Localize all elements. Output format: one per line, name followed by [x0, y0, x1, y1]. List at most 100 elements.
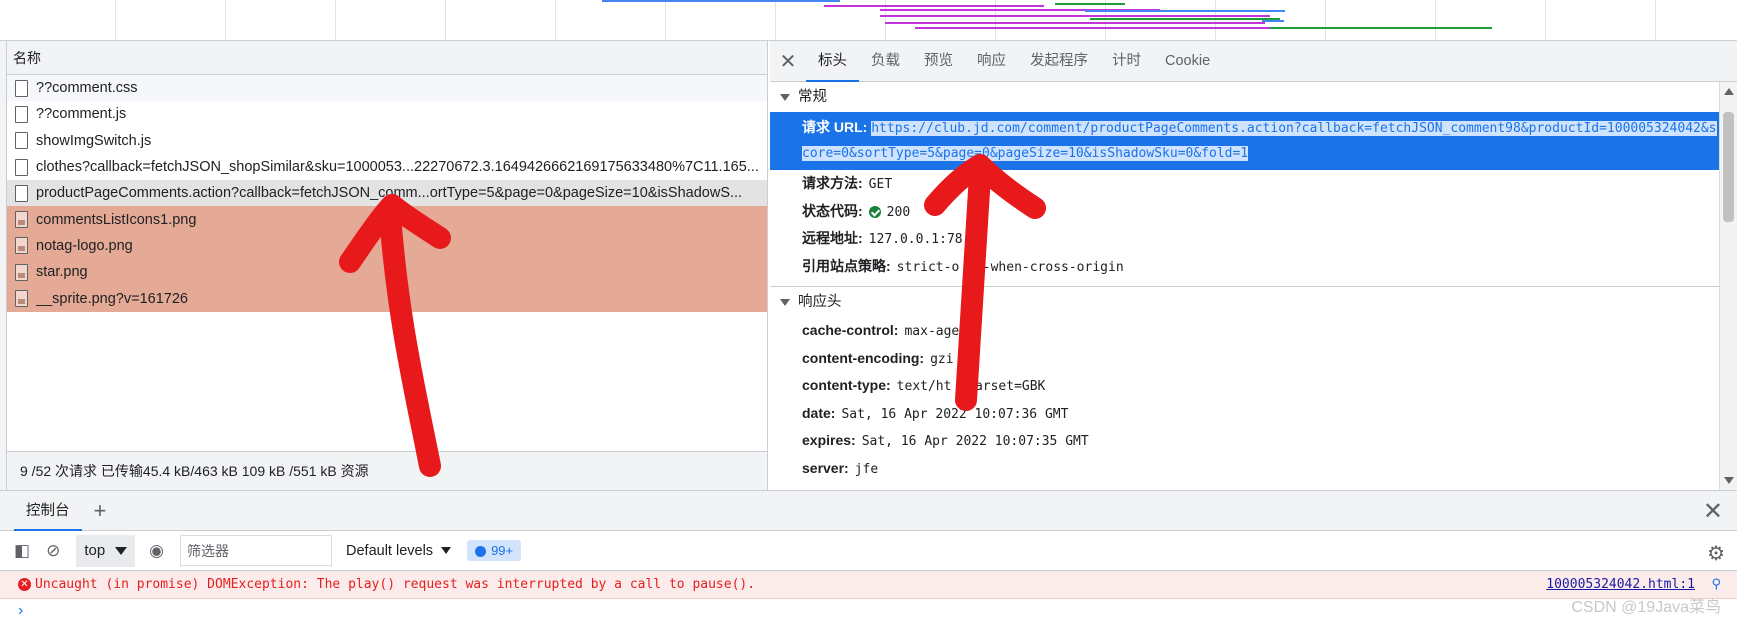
- request-row[interactable]: clothes?callback=fetchJSON_shopSimilar&s…: [7, 153, 767, 181]
- waterfall-gridline: [1435, 0, 1436, 40]
- header-value: jfe: [854, 461, 879, 477]
- response-header-row: cache-control: max-age: [770, 317, 1737, 345]
- waterfall-bar: [915, 27, 1270, 29]
- watermark: CSDN @19Java菜鸟: [1571, 599, 1721, 616]
- close-details-icon[interactable]: ✕: [770, 49, 806, 74]
- request-row[interactable]: ??comment.css: [7, 75, 767, 102]
- status-code-value: 200: [886, 204, 911, 220]
- request-url-row[interactable]: 请求 URL: https://club.jd.com/comment/prod…: [770, 112, 1719, 170]
- request-row[interactable]: ??comment.js: [7, 101, 767, 128]
- tab-payload[interactable]: 负载: [859, 41, 912, 82]
- document-icon: [15, 105, 28, 123]
- header-value: gzi: [930, 351, 954, 367]
- tab-headers[interactable]: 标头: [806, 41, 859, 82]
- scroll-down-icon[interactable]: [1724, 477, 1734, 484]
- scroll-up-icon[interactable]: [1724, 88, 1734, 95]
- header-key: expires:: [802, 432, 856, 448]
- live-expression-eye-icon[interactable]: ◉: [149, 541, 164, 561]
- sidebar-toggle-icon[interactable]: ◧: [14, 541, 30, 561]
- image-file-icon: [15, 263, 28, 281]
- column-header-name[interactable]: 名称: [7, 41, 767, 75]
- left-drawer-edge: [0, 41, 7, 490]
- waterfall-overview[interactable]: [0, 0, 1737, 41]
- header-key: content-encoding:: [802, 349, 925, 366]
- request-name: ??comment.js: [36, 106, 127, 123]
- waterfall-bar: [880, 15, 1270, 17]
- console-drawer: 控制台 + ✕ ◧ ⊘ top ◉ Default levels 99+ ⚙ ✕…: [0, 490, 1737, 623]
- response-header-row: content-type: text/ht charset=GBK: [770, 372, 1737, 400]
- console-prompt[interactable]: ›: [0, 599, 1737, 623]
- request-details-pane: ✕ 标头 负载 预览 响应 发起程序 计时 Cookie 常规 请求 URL: …: [770, 41, 1737, 490]
- waterfall-gridline: [445, 0, 446, 40]
- close-drawer-icon[interactable]: ✕: [1703, 497, 1723, 526]
- request-row[interactable]: notag-logo.png: [7, 232, 767, 260]
- filter-input[interactable]: [180, 535, 333, 566]
- request-row[interactable]: commentsListIcons1.png: [7, 206, 767, 233]
- waterfall-gridline: [665, 0, 666, 40]
- header-value: Sat, 16 Apr 2022 10:07:35 GMT: [861, 434, 1089, 449]
- scroll-thumb[interactable]: [1723, 112, 1734, 222]
- console-toolbar: ◧ ⊘ top ◉ Default levels 99+: [0, 531, 1737, 571]
- network-summary: 9 /52 次请求 已传输45.4 kB/463 kB 109 kB /551 …: [7, 451, 767, 490]
- expand-triangle-icon: [780, 298, 790, 306]
- tab-initiator[interactable]: 发起程序: [1018, 41, 1100, 82]
- response-headers-title: 响应头: [798, 294, 842, 310]
- tab-timing[interactable]: 计时: [1100, 41, 1153, 82]
- tab-cookies[interactable]: Cookie: [1153, 41, 1222, 82]
- status-ok-icon: [868, 205, 881, 218]
- message-bubble-icon: [475, 546, 487, 558]
- header-value: text/ht charset=GBK: [896, 379, 1046, 394]
- waterfall-bar: [602, 0, 840, 2]
- chevron-down-icon: [441, 547, 452, 555]
- document-icon: [15, 184, 28, 202]
- header-key: content-type:: [802, 377, 891, 393]
- response-header-row: server: jfe: [770, 455, 1737, 483]
- waterfall-gridline: [1105, 0, 1106, 40]
- issues-badge[interactable]: 99+: [467, 540, 522, 561]
- request-list-pane: 名称 ??comment.css ??comment.js showImgSwi…: [7, 41, 768, 490]
- prompt-chevron-icon: ›: [18, 602, 24, 619]
- waterfall-gridline: [115, 0, 116, 40]
- request-row[interactable]: __sprite.png?v=161726: [7, 285, 767, 312]
- waterfall-bar: [824, 5, 1044, 7]
- log-levels-dropdown[interactable]: Default levels: [346, 543, 452, 559]
- remote-address-value: 127.0.0.1:78: [868, 232, 963, 247]
- waterfall-gridline: [225, 0, 226, 40]
- console-error-message: ✕ Uncaught (in promise) DOMException: The…: [0, 571, 1737, 599]
- response-headers-section-header[interactable]: 响应头: [770, 287, 1737, 317]
- request-method-row: 请求方法: GET: [770, 170, 1737, 198]
- request-row-selected[interactable]: productPageComments.action?callback=fetc…: [7, 180, 767, 207]
- document-icon: [15, 132, 28, 150]
- error-text: Uncaught (in promise) DOMException: The …: [35, 577, 756, 592]
- general-section-header[interactable]: 常规: [770, 82, 1737, 112]
- header-value: Sat, 16 Apr 2022 10:07:36 GMT: [841, 406, 1069, 422]
- header-key: date:: [802, 404, 836, 421]
- context-value: top: [84, 541, 106, 559]
- clear-console-icon[interactable]: ⊘: [46, 541, 60, 561]
- request-name: showImgSwitch.js: [36, 132, 152, 149]
- request-row[interactable]: star.png: [7, 259, 767, 286]
- request-name: __sprite.png?v=161726: [36, 290, 188, 307]
- referrer-policy-row: 引用站点策略: strict-o in-when-cross-origin: [770, 253, 1737, 281]
- status-code-label: 状态代码:: [802, 202, 863, 219]
- referrer-policy-label: 引用站点策略:: [802, 257, 891, 274]
- tab-response[interactable]: 响应: [965, 41, 1018, 82]
- request-method-value: GET: [868, 177, 893, 192]
- add-tab-icon[interactable]: +: [94, 498, 107, 524]
- request-row[interactable]: showImgSwitch.js: [7, 127, 767, 154]
- document-icon: [15, 79, 28, 97]
- issues-count: 99+: [491, 543, 514, 558]
- chevron-down-icon: [115, 546, 128, 555]
- tab-preview[interactable]: 预览: [912, 41, 965, 82]
- request-name: star.png: [36, 264, 88, 281]
- expand-triangle-icon: [780, 93, 790, 101]
- response-header-row: content-encoding: gzi: [770, 345, 1737, 373]
- request-url-value[interactable]: https://club.jd.com/comment/productPageC…: [802, 121, 1717, 161]
- request-name: commentsListIcons1.png: [36, 211, 197, 228]
- context-selector[interactable]: top: [76, 534, 136, 567]
- tab-console[interactable]: 控制台: [14, 491, 82, 531]
- waterfall-gridline: [555, 0, 556, 40]
- settings-gear-icon[interactable]: ⚙: [1707, 541, 1725, 566]
- details-scrollbar[interactable]: [1719, 82, 1737, 490]
- header-key: cache-control:: [802, 322, 899, 338]
